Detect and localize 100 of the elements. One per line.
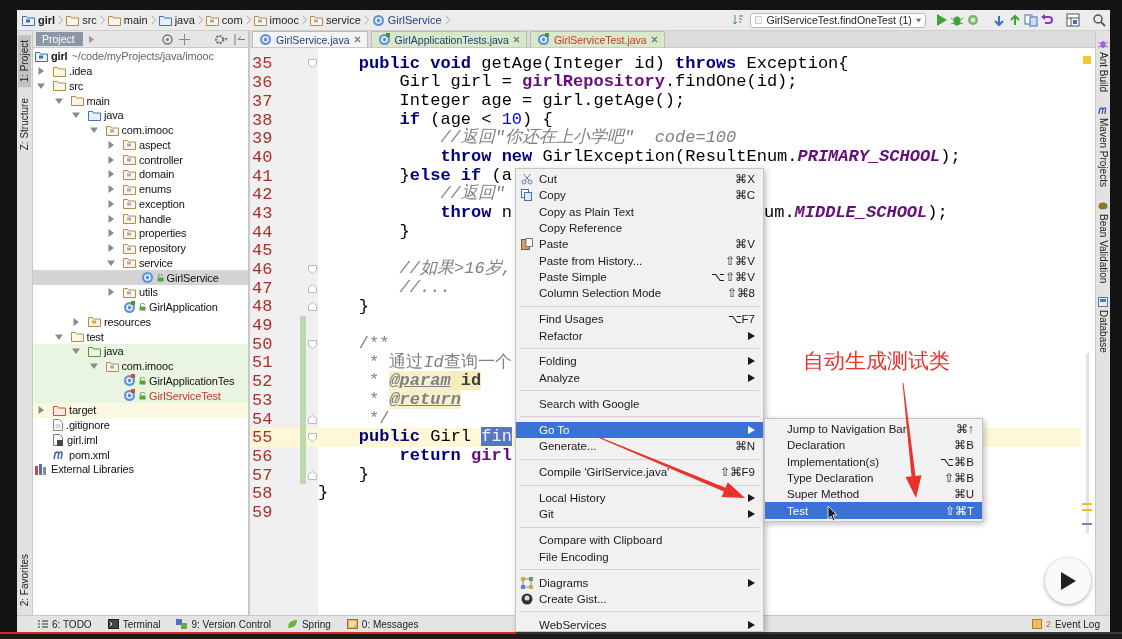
menu-item[interactable]: Super Method ⌘U bbox=[765, 486, 982, 503]
tool-window-button[interactable]: 0: Messages bbox=[346, 618, 419, 630]
menu-item[interactable]: Create Gist... bbox=[516, 590, 763, 608]
tool-window-button[interactable]: Spring bbox=[286, 618, 331, 630]
hide-icon[interactable] bbox=[234, 33, 245, 45]
expanded-arrow-icon[interactable] bbox=[54, 332, 63, 341]
breadcrumb[interactable]: main bbox=[106, 14, 149, 26]
tool-window-button[interactable]: 1: Project bbox=[18, 35, 31, 88]
tree-item[interactable]: java bbox=[33, 108, 248, 123]
menu-item[interactable]: Cut ⌘X bbox=[516, 171, 763, 188]
tool-window-button[interactable]: Terminal bbox=[107, 618, 161, 630]
menu-item[interactable]: Go To bbox=[516, 421, 763, 438]
collapsed-arrow-icon[interactable] bbox=[107, 155, 115, 164]
tool-window-button[interactable]: Maven Projects bbox=[1097, 106, 1109, 187]
tree-item[interactable]: GirlServiceTest bbox=[33, 388, 248, 403]
menu-item[interactable]: Git bbox=[516, 506, 763, 523]
tool-window-button[interactable]: 6: TODO bbox=[37, 618, 92, 630]
tree-item[interactable]: target bbox=[33, 403, 248, 418]
expanded-arrow-icon[interactable] bbox=[89, 126, 98, 135]
collapsed-arrow-icon[interactable] bbox=[107, 140, 115, 149]
close-icon[interactable] bbox=[512, 36, 520, 43]
menu-item[interactable]: Copy Reference bbox=[516, 219, 763, 237]
menu-item[interactable]: Implementation(s) ⌥⌘B bbox=[765, 453, 982, 470]
search-icon[interactable] bbox=[1092, 13, 1106, 27]
collapsed-arrow-icon[interactable] bbox=[37, 406, 45, 415]
editor-tab[interactable]: GirlService.java bbox=[252, 31, 368, 47]
menu-item[interactable]: Column Selection Mode ⇧⌘8 bbox=[516, 285, 763, 302]
target-icon[interactable] bbox=[162, 33, 173, 45]
breadcrumb[interactable]: GirlService bbox=[370, 13, 443, 27]
menu-item[interactable]: Generate... ⌘N bbox=[516, 437, 763, 455]
fold-marker-icon[interactable] bbox=[307, 265, 317, 274]
fold-marker-icon[interactable] bbox=[307, 433, 317, 443]
tree-item[interactable]: External Libraries bbox=[33, 462, 248, 477]
tool-window-button[interactable]: Bean Validation bbox=[1097, 200, 1109, 284]
menu-item[interactable]: File Encoding bbox=[516, 548, 763, 565]
tree-item[interactable]: domain bbox=[33, 167, 248, 182]
tree-item[interactable]: handle bbox=[33, 211, 248, 226]
menu-item[interactable]: Copy as Plain Text bbox=[516, 203, 763, 220]
menu-item[interactable]: Search with Google bbox=[516, 395, 763, 412]
menu-item[interactable]: Copy ⌘C bbox=[516, 187, 763, 204]
compare-icon[interactable] bbox=[1024, 13, 1038, 27]
expanded-arrow-icon[interactable] bbox=[54, 96, 63, 105]
expanded-arrow-icon[interactable] bbox=[72, 111, 80, 120]
tree-item[interactable]: controller bbox=[33, 152, 248, 167]
breadcrumb[interactable]: service bbox=[308, 14, 362, 26]
project-structure-icon[interactable] bbox=[1066, 13, 1080, 27]
collapsed-arrow-icon[interactable] bbox=[107, 244, 115, 253]
tree-item[interactable]: enums bbox=[33, 181, 248, 197]
menu-item[interactable]: Paste from History... ⇧⌘V bbox=[516, 252, 763, 269]
expanded-arrow-icon[interactable] bbox=[107, 258, 115, 267]
menu-item[interactable]: Analyze bbox=[516, 369, 763, 386]
menu-item[interactable]: Test ⇧⌘T bbox=[765, 502, 982, 519]
menu-item[interactable]: WebServices bbox=[516, 616, 763, 631]
expanded-arrow-icon[interactable] bbox=[89, 362, 98, 371]
fold-marker-icon[interactable] bbox=[307, 59, 317, 69]
fold-marker-icon[interactable] bbox=[307, 470, 317, 480]
tool-window-button[interactable]: Database bbox=[1097, 297, 1109, 354]
expanded-arrow-icon[interactable] bbox=[72, 347, 80, 356]
fold-marker-icon[interactable] bbox=[307, 302, 317, 312]
tree-item[interactable]: aspect bbox=[33, 137, 248, 153]
tree-item[interactable]: src bbox=[33, 78, 248, 94]
collapsed-arrow-icon[interactable] bbox=[72, 317, 80, 326]
fold-marker-icon[interactable] bbox=[307, 283, 317, 293]
tree-item[interactable]: com.imooc bbox=[33, 122, 248, 138]
menu-item[interactable]: Paste ⌘V bbox=[516, 236, 763, 253]
fold-marker-icon[interactable] bbox=[307, 414, 317, 424]
expanded-arrow-icon[interactable] bbox=[37, 81, 45, 90]
tree-item[interactable]: service bbox=[33, 255, 248, 271]
run-configuration-dropdown[interactable]: GirlServiceTest.findOneTest (1) bbox=[750, 12, 926, 28]
collapsed-arrow-icon[interactable] bbox=[107, 185, 115, 194]
tree-item[interactable]: pom.xml bbox=[33, 447, 248, 462]
collapsed-arrow-icon[interactable] bbox=[107, 199, 115, 208]
breadcrumb[interactable]: imooc bbox=[252, 14, 300, 26]
menu-item[interactable]: Compare with Clipboard bbox=[516, 532, 763, 549]
menu-item[interactable]: Compile 'GirlService.java' ⇧⌘F9 bbox=[516, 463, 763, 481]
tree-item[interactable]: GirlService bbox=[33, 270, 248, 285]
tree-item[interactable]: java bbox=[33, 344, 248, 359]
editor-tab[interactable]: GirlServiceTest.java bbox=[529, 31, 665, 47]
tree-item[interactable]: utils bbox=[33, 285, 248, 300]
collapsed-arrow-icon[interactable] bbox=[107, 288, 115, 297]
tool-window-button[interactable]: Ant Build bbox=[1097, 39, 1109, 93]
collapsed-arrow-icon[interactable] bbox=[107, 170, 115, 179]
tool-window-button[interactable]: 9: Version Control bbox=[176, 618, 271, 630]
vcs-commit-icon[interactable] bbox=[1008, 13, 1022, 27]
tree-item[interactable]: resources bbox=[33, 314, 248, 330]
editor-tab[interactable]: GirlApplicationTests.java bbox=[370, 31, 527, 47]
tree-item[interactable]: main bbox=[33, 93, 248, 108]
breadcrumb[interactable]: java bbox=[157, 14, 196, 26]
collapsed-arrow-icon[interactable] bbox=[37, 67, 45, 76]
tool-window-button[interactable]: 2: Favorites bbox=[18, 548, 31, 611]
vcs-update-icon[interactable] bbox=[992, 13, 1006, 27]
coverage-icon[interactable] bbox=[966, 13, 980, 27]
menu-item[interactable]: Declaration ⌘B bbox=[765, 437, 982, 454]
collapsed-arrow-icon[interactable] bbox=[107, 229, 115, 238]
fold-marker-icon[interactable] bbox=[307, 339, 317, 349]
event-log-button[interactable]: 2 Event Log bbox=[1031, 618, 1100, 630]
tree-item[interactable]: GirlApplication bbox=[33, 299, 248, 315]
menu-item[interactable]: Refactor bbox=[516, 327, 763, 344]
collapse-icon[interactable] bbox=[179, 33, 190, 45]
tool-window-button[interactable]: Z: Structure bbox=[18, 93, 31, 156]
